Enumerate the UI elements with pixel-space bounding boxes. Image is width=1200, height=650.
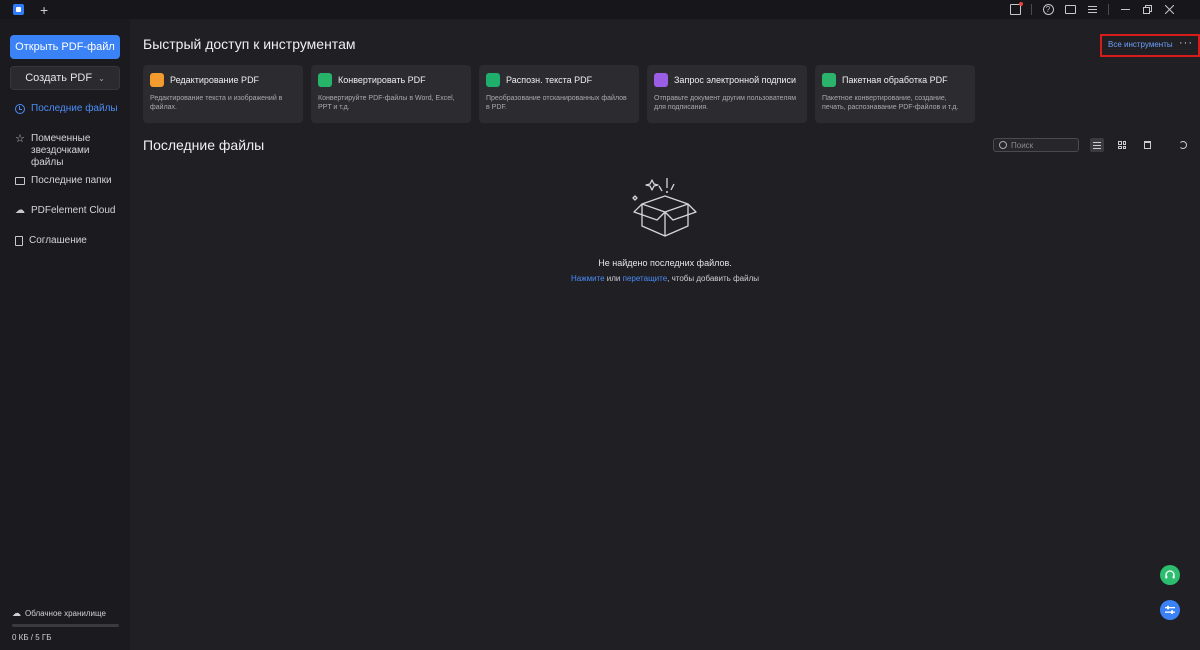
more-options-icon[interactable]: ···	[1179, 37, 1193, 49]
tool-card-title: Редактирование PDF	[170, 75, 260, 85]
recent-files-title: Последние файлы	[143, 137, 265, 153]
click-to-add-link[interactable]: Нажмите	[571, 274, 605, 283]
sidebar-item-label: Помеченные звездочками файлы	[31, 133, 91, 168]
refresh-icon	[1179, 141, 1187, 149]
drag-to-add-link[interactable]: перетащите	[623, 274, 668, 283]
headset-icon	[1165, 570, 1175, 579]
close-icon[interactable]	[1158, 0, 1180, 19]
search-icon	[999, 141, 1007, 149]
support-button[interactable]	[1160, 565, 1180, 585]
tool-card-description: Конвертируйте PDF-файлы в Word, Excel, P…	[318, 95, 455, 111]
sidebar-item-starred-files[interactable]: ☆ Помеченные звездочками файлы	[0, 133, 130, 171]
tool-card-ocr[interactable]: Распозн. текста PDF Преобразование отска…	[479, 65, 639, 123]
tool-card-description: Пакетное конвертирование, создание, печа…	[822, 95, 959, 111]
search-box	[993, 138, 1079, 152]
list-view-button[interactable]	[1090, 138, 1104, 152]
empty-box-icon	[632, 178, 697, 237]
restore-icon[interactable]	[1136, 0, 1158, 19]
edit-pdf-icon	[150, 73, 164, 87]
new-tab-button[interactable]: +	[40, 3, 48, 17]
sidebar-nav: Последние файлы ☆ Помеченные звездочками…	[0, 103, 130, 259]
window-controls: ?	[1004, 0, 1180, 19]
convert-pdf-icon	[318, 73, 332, 87]
sidebar-item-cloud[interactable]: ☁ PDFelement Cloud	[0, 205, 130, 229]
tool-card-description: Преобразование отсканированных файлов в …	[486, 95, 627, 111]
list-view-icon	[1093, 141, 1101, 149]
sliders-icon	[1165, 605, 1175, 614]
sidebar-item-recent-folders[interactable]: Последние папки	[0, 175, 130, 199]
storage-size: 0 КБ / 5 ГБ	[12, 633, 52, 642]
sidebar-item-recent-files[interactable]: Последние файлы	[0, 103, 130, 127]
tool-cards: Редактирование PDF Редактирование текста…	[143, 65, 975, 123]
sidebar-item-label: Последние файлы	[31, 103, 118, 114]
star-icon: ☆	[15, 133, 25, 145]
gift-icon[interactable]	[1004, 0, 1026, 19]
batch-icon	[822, 73, 836, 87]
create-pdf-label: Создать PDF	[25, 72, 93, 84]
tool-card-title: Распозн. текста PDF	[506, 75, 593, 85]
sidebar-item-label: Последние папки	[31, 175, 112, 186]
grid-view-icon	[1118, 141, 1126, 149]
sidebar-item-label: Соглашение	[29, 235, 87, 246]
title-bar: + ?	[0, 0, 1200, 19]
menu-icon[interactable]	[1081, 0, 1103, 19]
help-icon[interactable]: ?	[1037, 0, 1059, 19]
tool-card-title: Конвертировать PDF	[338, 75, 426, 85]
all-tools-link[interactable]: Все инструменты	[1108, 40, 1173, 49]
quick-access-title: Быстрый доступ к инструментам	[143, 36, 356, 52]
cloud-icon: ☁	[12, 608, 21, 618]
open-pdf-button[interactable]: Открыть PDF-файл	[10, 35, 120, 59]
esign-icon	[654, 73, 668, 87]
all-tools-highlight: Все инструменты ···	[1100, 34, 1200, 57]
folder-icon	[15, 177, 25, 185]
hint-rest: , чтобы добавить файлы	[667, 274, 759, 283]
minimize-icon[interactable]	[1114, 0, 1136, 19]
tool-card-edit-pdf[interactable]: Редактирование PDF Редактирование текста…	[143, 65, 303, 123]
search-input[interactable]	[1011, 140, 1071, 150]
sidebar-item-label: PDFelement Cloud	[31, 205, 116, 216]
divider	[1031, 4, 1032, 15]
tool-card-batch[interactable]: Пакетная обработка PDF Пакетное конверти…	[815, 65, 975, 123]
hint-or: или	[604, 274, 623, 283]
cloud-storage-label[interactable]: ☁ Облачное хранилище	[12, 608, 106, 619]
sidebar-item-agreement[interactable]: Соглашение	[0, 235, 130, 259]
quick-settings-button[interactable]	[1160, 600, 1180, 620]
refresh-button[interactable]	[1176, 138, 1190, 152]
sidebar: Открыть PDF-файл Создать PDF ⌄ Последние…	[0, 19, 130, 650]
app-logo-icon[interactable]	[13, 4, 24, 15]
delete-button[interactable]	[1140, 138, 1154, 152]
cloud-icon: ☁	[15, 205, 25, 216]
trash-icon	[1143, 141, 1151, 149]
empty-state: Не найдено последних файлов. Нажмите или…	[130, 174, 1200, 283]
empty-state-message: Не найдено последних файлов.	[598, 258, 732, 268]
clock-icon	[15, 104, 25, 114]
create-pdf-button[interactable]: Создать PDF ⌄	[10, 66, 120, 90]
tool-card-description: Отправьте документ другим пользователям …	[654, 95, 797, 111]
tool-card-description: Редактирование текста и изображений в фа…	[150, 95, 283, 111]
tool-card-title: Запрос электронной подписи	[674, 75, 796, 85]
tool-card-title: Пакетная обработка PDF	[842, 75, 948, 85]
feedback-icon[interactable]	[1059, 0, 1081, 19]
grid-view-button[interactable]	[1115, 138, 1129, 152]
empty-state-hint: Нажмите или перетащите, чтобы добавить ф…	[130, 274, 1200, 283]
tool-card-esign[interactable]: Запрос электронной подписи Отправьте док…	[647, 65, 807, 123]
storage-progress-bar	[12, 624, 119, 627]
tool-card-convert-pdf[interactable]: Конвертировать PDF Конвертируйте PDF-фай…	[311, 65, 471, 123]
chevron-down-icon: ⌄	[98, 73, 105, 83]
ocr-icon	[486, 73, 500, 87]
main-content: Быстрый доступ к инструментам Все инстру…	[130, 19, 1200, 650]
document-icon	[15, 236, 23, 246]
divider	[1108, 4, 1109, 15]
